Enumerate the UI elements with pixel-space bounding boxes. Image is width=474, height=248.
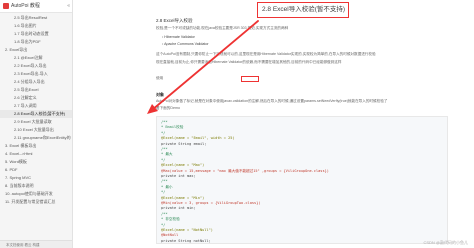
sidebar-item[interactable]: 3. Excel 模板导出 [0,142,72,150]
code-line: @Excel(name = "Max") [161,163,205,168]
code-line: private int max; [161,174,196,178]
paragraph-1: 这个AutoPoi没有限制,只要你防止一下实现就可以的,这里现在是用Hibern… [156,52,376,56]
code-block: /** * Email校验 */@Excel(name = "Email", w… [156,116,448,244]
sidebar-item[interactable]: 2.8 Excel导入校验(暂不支持) [0,110,72,118]
sidebar-item[interactable]: 10. autopoi使用与基础开发 [0,190,72,198]
sidebar-item-label: 2.9 Excel 大批量读取 [14,119,52,124]
bullet-apache: Apache Commons Validator [162,42,208,47]
sidebar-item-label: 11. 开发配置与常见错误汇总 [5,199,56,204]
sidebar-item[interactable]: 5. Word模板 [0,158,72,166]
sidebar-footer: 本文档使用 看云 构建 [0,240,72,248]
sidebar-item[interactable]: 1.7 导出时动态设置 [0,30,72,38]
sidebar-item-label: 2.8 Excel导入校验(暂不支持) [14,111,66,116]
sidebar-item-label: 2.4 分组导入导出 [14,79,45,84]
brand-logo-icon [3,3,9,9]
object-heading: 对象 [156,92,164,97]
code-line: private String email; [161,141,207,146]
sidebar-item-label: 2.6 注解定义 [14,95,37,100]
code-line: private int min; [161,206,196,211]
code-line: */ [161,222,166,227]
sidebar-item-label: 8. 当前版本说明 [5,183,34,188]
sidebar-item[interactable]: 4. Excel-->Html [0,150,72,158]
code-line: * 非空校验 [161,217,180,222]
code-line: */ [161,157,166,162]
code-line: @Excel(name = "Min") [161,195,205,200]
section-title: 2.8 Excel导入校验 [156,18,193,23]
sidebar-item-label: 2.1 @Excel注解 [14,55,43,60]
code-line: /** [161,179,168,184]
doc-title[interactable]: AutoPoi 教程 [11,2,40,10]
code-line: */ [161,190,166,195]
sidebar-item-label: 10. autopoi使用与基础开发 [5,191,53,196]
sidebar-item-label: 2.2 Excel导入导出 [14,63,47,68]
sidebar-item-label: 2. Excel导出 [5,47,28,52]
sidebar-item-label: 2.5 导出ResulRest [14,15,48,20]
sidebar-item[interactable]: 2.4 分组导入导出 [0,78,72,86]
sidebar-item[interactable]: 7. Spring MVC [0,174,72,182]
bullet-hibernate: Hibernate Validator [162,35,195,40]
footer-text[interactable]: 本文档使用 看云 构建 [6,242,39,248]
callout-text: 2.8 Excel导入校验(暂不支持) [262,6,346,13]
code-line: @Min(value = 3, groups = {ViliGroupTwo.c… [161,201,261,205]
sidebar-item[interactable]: 11. 开发配置与常见错误汇总 [0,198,72,206]
sidebar-item-label: 3. Excel 模板导出 [5,143,37,148]
callout-box: 2.8 Excel导入校验(暂不支持) [257,2,349,18]
sidebar-item[interactable]: 6. PDF [0,166,72,174]
sidebar-item[interactable]: 2.1 @Excel注解 [0,54,72,62]
sidebar-item[interactable]: 1.6 导出图片 [0,22,72,30]
collapse-icon[interactable]: « [67,3,70,9]
paragraph-5: 看下面的Demo [156,106,180,110]
sidebar-item[interactable]: 8. 当前版本说明 [0,182,72,190]
highlight-box [241,76,259,82]
code-line: @Excel(name = "NotNull") [161,228,213,232]
code-line: @Max(value = 15,message = "max 最大值不能超过15… [161,168,329,173]
sidebar-item[interactable]: 2.2 Excel导入导出 [0,62,72,70]
sidebar-item[interactable]: 2.6 注解定义 [0,94,72,102]
paragraph-2: 现在直接就,目前为止,你只需要添加Hibernate Validator的依赖,… [156,60,342,64]
sidebar-header: AutoPoi 教程 « [0,0,72,13]
sidebar-nav: 2.5 导出ResulRest 1.6 导出图片 1.7 导出时动态设置 1.8 导出… [0,14,72,206]
code-line: private String notNull; [161,238,211,243]
sidebar-item[interactable]: 2.10 Excel 大批量导出 [0,126,72,134]
sidebar-item[interactable]: 2.5 导出Excel [0,86,72,94]
sidebar-item-label: 6. PDF [5,167,18,172]
code-line: @Excel(name = "Email", width = 25) [161,136,235,141]
sidebar-item-label: 2.5 导出Excel [14,87,39,92]
sidebar-item[interactable]: 2. Excel导出 [0,46,72,54]
sidebar-item-label: 1.7 导出时动态设置 [14,31,49,36]
sidebar-item-label: 2.11 groupname和ExcelEntity的 [14,135,71,140]
code-line: */ [161,130,166,135]
code-line: * Email校验 [161,125,184,130]
sidebar-item-label: 4. Excel-->Html [5,151,33,156]
main-content: 2.8 Excel导入校验(暂不支持) 2.8 Excel导入校验 校验,是一个… [74,0,474,248]
sidebar-item-label: 2.10 Excel 大批量导出 [14,127,54,132]
code-line: * 最小 [161,184,173,189]
sidebar: AutoPoi 教程 « 2.5 导出ResulRest 1.6 导出图片 1.7 … [0,0,73,248]
sidebar-item-label: 7. Spring MVC [5,175,32,180]
intro-paragraph: 校验,是一个不可或缺的功能,现在java校验主要是JSR 303 规范,实现方式… [156,26,289,30]
code-line: @NotNull [161,233,179,238]
sidebar-item[interactable]: 2.5 导出ResulRest [0,14,72,22]
sidebar-item[interactable]: 1.8 导出为PDF [0,38,72,46]
sidebar-item[interactable]: 2.7 导入调用 [0,102,72,110]
sidebar-item[interactable]: 2.9 Excel 大批量读取 [0,118,72,126]
sidebar-item[interactable]: 2.11 groupname和ExcelEntity的 [0,134,72,142]
sidebar-item-label: 1.8 导出为PDF [14,39,41,44]
sidebar-item-label: 5. Word模板 [5,159,27,164]
paragraph-4: AutoPoi对对象做了标记,就是在对象中使用javax.validation的… [156,99,388,103]
sidebar-item-label: 2.7 导入调用 [14,103,37,108]
watermark: CSDN @敲代码的小鱼儿 [423,240,468,245]
sidebar-item[interactable]: 2.3 Excel导出-导入 [0,70,72,78]
paragraph-3: 使用 [156,76,164,80]
sidebar-item-label: 1.6 导出图片 [14,23,37,28]
sidebar-item-label: 2.3 Excel导出-导入 [14,71,48,76]
code-line: * 最大 [161,152,173,157]
